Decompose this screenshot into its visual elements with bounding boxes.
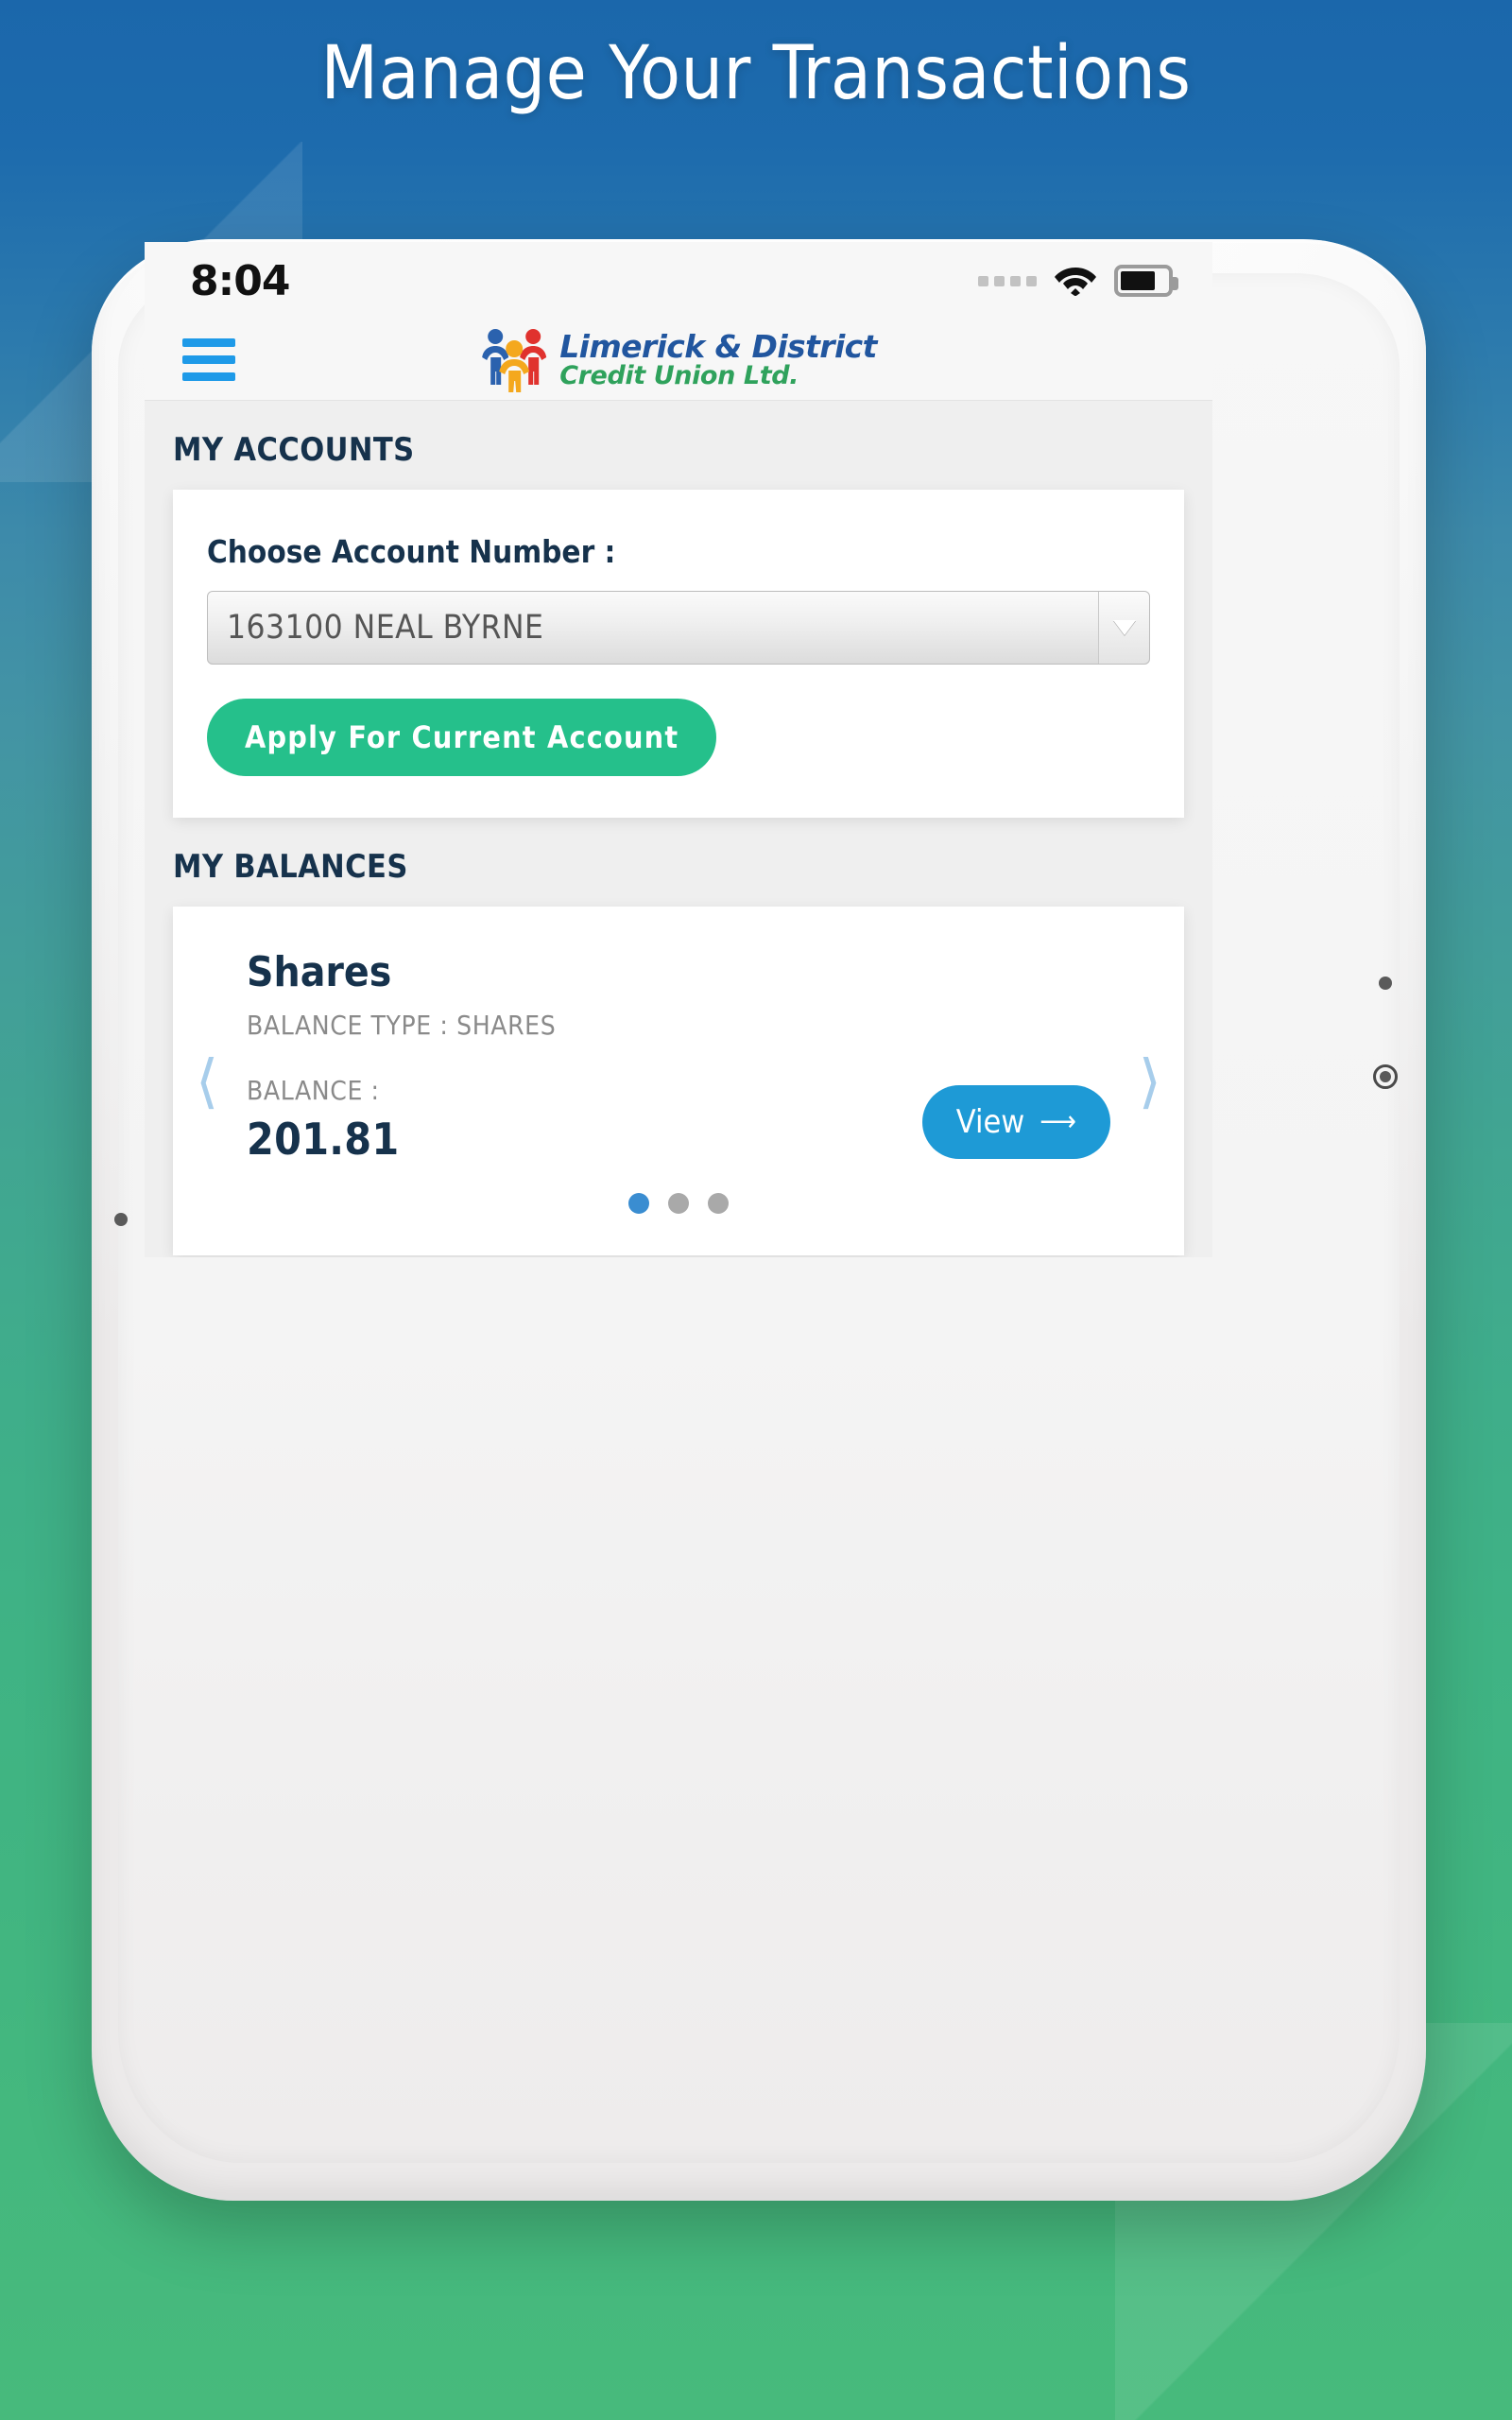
wifi-icon (1054, 262, 1097, 301)
device-screen: 8:04 Limerick & District Credit Union Lt… (145, 242, 1212, 1257)
carousel-dot[interactable] (708, 1193, 729, 1214)
chevron-right-icon[interactable]: ⟩ (1139, 1051, 1161, 1111)
carousel-dots (173, 1193, 1184, 1214)
balance-type-label: BALANCE TYPE : SHARES (247, 1010, 557, 1041)
screen-content: MY ACCOUNTS Choose Account Number : 1631… (145, 401, 1212, 1257)
section-title-accounts: MY ACCOUNTS (173, 431, 415, 469)
balance-account-name: Shares (247, 948, 392, 996)
accounts-card: Choose Account Number : 163100 NEAL BYRN… (173, 490, 1184, 818)
bezel-camera-dot-right (1379, 977, 1392, 990)
choose-account-label: Choose Account Number : (207, 533, 616, 570)
section-title-balances: MY BALANCES (173, 848, 408, 886)
page-title: Manage Your Transactions (320, 31, 1192, 116)
credit-union-logo[interactable]: Limerick & District Credit Union Ltd. (480, 326, 877, 394)
people-logo-icon (480, 326, 550, 394)
logo-line-1: Limerick & District (559, 327, 877, 365)
bezel-home-ring-icon (1373, 1064, 1398, 1089)
balance-value: 201.81 (247, 1114, 400, 1165)
battery-icon (1114, 265, 1178, 297)
status-bar: 8:04 (145, 242, 1212, 320)
chevron-left-icon[interactable]: ⟨ (196, 1051, 218, 1111)
status-clock: 8:04 (190, 256, 290, 305)
hamburger-menu-icon[interactable] (182, 338, 235, 381)
chevron-down-icon[interactable] (1098, 592, 1149, 664)
arrow-right-icon: ⟶ (1040, 1105, 1076, 1138)
bezel-sensor-dot-left (114, 1213, 128, 1226)
account-select-value: 163100 NEAL BYRNE (227, 609, 544, 647)
status-icons (978, 262, 1178, 301)
view-balance-button[interactable]: View ⟶ (921, 1085, 1110, 1159)
apply-current-account-button[interactable]: Apply For Current Account (207, 699, 717, 776)
carousel-dot[interactable] (628, 1193, 649, 1214)
view-button-label: View (955, 1103, 1025, 1141)
app-header: Limerick & District Credit Union Ltd. (145, 320, 1212, 401)
logo-line-2: Credit Union Ltd. (559, 360, 799, 390)
carousel-dot[interactable] (668, 1193, 689, 1214)
screenshot-stage: Manage Your Transactions 8:04 Limerick &… (0, 0, 1512, 2420)
account-select[interactable]: 163100 NEAL BYRNE (207, 591, 1150, 665)
signal-dots-icon (978, 275, 1037, 286)
balance-label: BALANCE : (247, 1075, 380, 1106)
balances-card: ⟨ ⟩ Shares BALANCE TYPE : SHARES BALANCE… (173, 907, 1184, 1255)
